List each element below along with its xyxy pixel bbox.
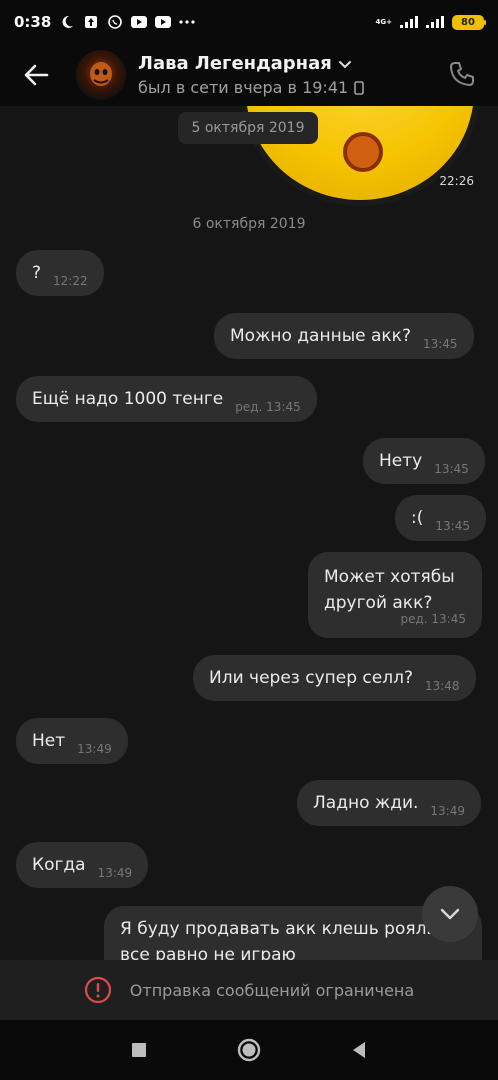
youtube-icon [131,15,148,29]
square-icon [132,1043,146,1057]
avatar-image-icon [90,62,112,86]
contact-info[interactable]: Лава Легендарная был в сети вчера в 19:4… [138,53,364,97]
back-button[interactable] [0,44,72,106]
status-time: 0:38 [14,13,52,31]
outgoing-message[interactable]: :( 13:45 [395,495,486,541]
signal-icon [426,13,444,32]
arrow-left-icon [24,64,49,86]
message-time: 13:45 [422,337,458,351]
circle-icon [237,1038,261,1062]
message-text: Ладно жди. [313,793,419,813]
avatar[interactable] [76,50,126,100]
battery-icon: 80 [452,14,486,30]
outgoing-message[interactable]: Может хотябы другой акк? ред. 13:45 [308,552,482,638]
status-bar: 0:38 4G+ 80 [0,0,498,44]
incoming-message[interactable]: Когда 13:49 [16,842,149,888]
message-text: Я буду продавать акк клешь рояль все рав… [120,919,437,960]
date-separator: 6 октября 2019 [192,216,306,232]
message-text: ? [32,263,42,283]
whatsapp-icon [107,15,123,29]
system-icons: 4G+ 80 [375,13,486,32]
message-time: ред. 13:45 [235,400,301,414]
message-time: 13:49 [430,804,465,818]
youtube-icon [155,15,172,29]
phone-icon [450,62,474,86]
network-type: 4G+ [375,17,392,26]
notification-icons [59,15,195,29]
more-notifications-icon [179,15,195,29]
date-separator: 5 октября 2019 [178,112,318,144]
message-text: :( [411,508,424,528]
call-button[interactable] [444,56,480,92]
message-text: Нету [379,451,423,471]
outgoing-message[interactable]: Нету 13:45 [363,438,485,484]
message-text: Когда [32,855,86,875]
outgoing-message[interactable]: Ладно жди. 13:49 [297,780,481,826]
moon-icon [59,15,75,29]
signal-icon [400,13,418,32]
restricted-text: Отправка сообщений ограничена [129,980,415,1000]
outgoing-message[interactable]: Или через супер селл? 13:48 [193,655,476,701]
chevron-down-icon [440,908,460,920]
message-text: Можно данные акк? [230,326,411,346]
contact-name: Лава Легендарная [138,53,332,74]
messaging-restricted-bar: Отправка сообщений ограничена [0,960,498,1020]
system-navigation-bar [0,1020,498,1080]
message-text: Или через супер селл? [209,668,413,688]
message-time: 12:22 [53,274,88,288]
message-text: Может хотябы другой акк? [324,567,455,613]
message-time: ред. 13:45 [400,612,466,626]
last-seen-status: был в сети вчера в 19:41 [138,78,349,97]
incoming-message[interactable]: Ещё надо 1000 тенге ред. 13:45 [16,376,317,422]
incoming-message[interactable]: Нет 13:49 [16,718,128,764]
scroll-to-bottom-button[interactable] [422,886,478,942]
message-time: 13:49 [97,866,133,880]
chat-header: Лава Легендарная был в сети вчера в 19:4… [0,44,498,106]
recents-button[interactable] [124,1035,154,1065]
message-text: Нет [32,731,66,751]
message-time: 13:45 [434,462,469,476]
triangle-back-icon [353,1042,365,1058]
message-time: 13:49 [77,742,112,756]
sticker-image-icon [343,132,383,172]
chevron-down-icon [338,60,351,68]
back-nav-button[interactable] [344,1035,374,1065]
upload-icon [83,15,99,29]
sticker-time: 22:26 [439,174,474,188]
message-list[interactable]: 22:26 5 октября 2019 6 октября 2019 ? 12… [0,106,498,960]
message-time: 13:45 [435,519,470,533]
outgoing-message[interactable]: Можно данные акк? 13:45 [214,313,474,359]
incoming-message[interactable]: ? 12:22 [16,250,104,296]
warning-icon [84,976,111,1004]
mobile-device-icon [354,80,364,95]
message-time: 13:48 [424,679,460,693]
message-text: Ещё надо 1000 тенге [32,389,224,409]
home-button[interactable] [234,1035,264,1065]
